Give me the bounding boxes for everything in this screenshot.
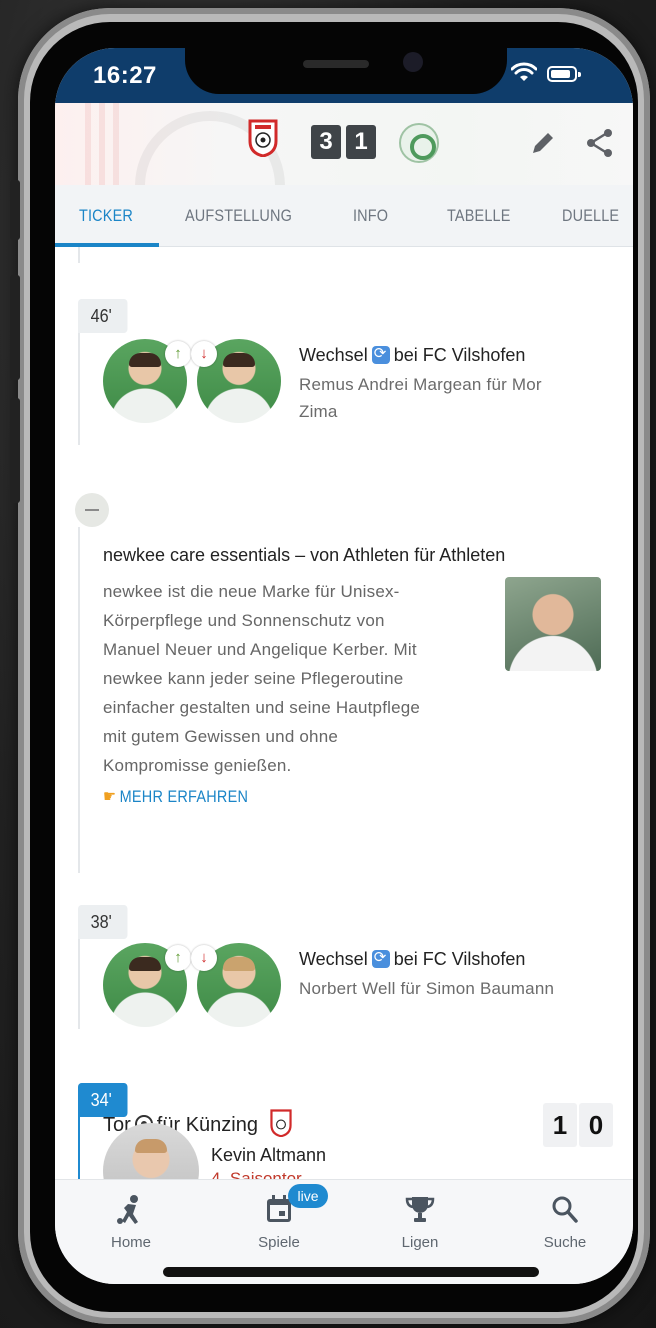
event-title: Wechsel bei FC Vilshofen xyxy=(299,344,526,366)
status-time: 16:27 xyxy=(93,62,157,89)
volume-up-button xyxy=(10,275,20,380)
event-description: Remus Andrei Margean für Mor Zima xyxy=(299,371,542,425)
timeline-line xyxy=(78,1115,80,1179)
event-title-prefix: Wechsel xyxy=(299,949,368,969)
event-minute-badge: 46' xyxy=(78,299,128,333)
substitution-icon xyxy=(371,948,390,968)
header-score-home: 3 xyxy=(311,125,341,159)
timeline-line xyxy=(78,527,80,873)
event-title: Wechsel bei FC Vilshofen xyxy=(299,948,526,970)
live-badge: live xyxy=(288,1184,328,1208)
event-title-prefix: Wechsel xyxy=(299,345,368,365)
ad-image[interactable] xyxy=(505,577,601,671)
event-description: Norbert Well für Simon Baumann xyxy=(299,975,554,1002)
home-team-crest-icon[interactable] xyxy=(248,119,278,157)
goal-score-home: 1 xyxy=(543,1103,577,1147)
header-score-away: 1 xyxy=(346,125,376,159)
search-icon xyxy=(515,1194,615,1228)
home-indicator[interactable] xyxy=(163,1267,539,1277)
tab-info[interactable]: INFO xyxy=(353,185,388,247)
player-hair xyxy=(129,957,161,971)
ad-marker-icon xyxy=(75,493,109,527)
tab-tabelle[interactable]: TABELLE xyxy=(447,185,511,247)
nav-spiele-label: Spiele xyxy=(258,1234,300,1251)
ad-link-label: MEHR ERFAHREN xyxy=(119,787,249,806)
arrow-down-icon: ↓ xyxy=(191,341,217,367)
player-hair xyxy=(135,1139,167,1153)
camera xyxy=(403,52,423,72)
timeline-line xyxy=(78,937,80,1029)
arrow-up-icon: ↑ xyxy=(165,341,191,367)
home-team-crest-icon xyxy=(269,1109,292,1137)
header-background-pattern xyxy=(85,103,125,185)
ad-text-line: newkee ist die neue Marke für Unisex- xyxy=(103,582,400,601)
trophy-icon xyxy=(370,1194,470,1228)
ad-text-line: Körperpflege und Sonnenschutz von xyxy=(103,611,385,630)
ticker-feed[interactable]: 46' ↑ ↓ Wechsel bei FC Vilshofen Remus An… xyxy=(55,247,633,1179)
tab-ticker[interactable]: TICKER xyxy=(79,185,133,247)
ad-text-line: Manuel Neuer und Angelique Kerber. Mit xyxy=(103,640,417,659)
ad-text-line: newkee kann jeder seine Pflegeroutine xyxy=(103,669,404,688)
pointing-hand-icon: ☛ xyxy=(103,787,117,806)
battery-icon xyxy=(547,66,581,82)
edit-pencil-icon[interactable] xyxy=(529,129,557,157)
tab-duelle[interactable]: DUELLE xyxy=(562,185,619,247)
speaker xyxy=(303,60,369,68)
event-minute-badge: 38' xyxy=(78,905,128,939)
match-tabs: TICKER AUFSTELLUNG INFO TABELLE DUELLE xyxy=(55,185,633,247)
away-team-crest-icon[interactable] xyxy=(399,123,439,163)
event-description-line: Norbert Well für Simon Baumann xyxy=(299,979,555,998)
goal-score-away: 0 xyxy=(579,1103,613,1147)
nav-suche[interactable]: Suche xyxy=(515,1194,615,1251)
event-title-suffix: bei FC Vilshofen xyxy=(393,345,526,365)
mehr-erfahren-link[interactable]: ☛ MEHR ERFAHREN xyxy=(103,787,248,807)
nav-home-label: Home xyxy=(110,1234,151,1251)
volume-down-button xyxy=(10,398,20,503)
timeline-line xyxy=(78,247,80,263)
ad-text-line: mit gutem Gewissen und ohne xyxy=(103,727,339,746)
event-description-line: Zima xyxy=(299,402,338,421)
arrow-up-icon: ↑ xyxy=(165,945,191,971)
player-hair xyxy=(223,957,255,971)
ad-text-line: Kompromisse genießen. xyxy=(103,756,292,775)
app-screen: 16:27 3 1 TICKER AUFSTELLUNG INFO TABELL… xyxy=(55,48,633,1284)
arrow-down-icon: ↓ xyxy=(191,945,217,971)
share-icon[interactable] xyxy=(585,127,615,159)
scorer-name[interactable]: Kevin Altmann xyxy=(211,1145,326,1166)
event-description-line: Remus Andrei Margean für Mor xyxy=(299,375,542,394)
notch xyxy=(185,48,507,94)
nav-ligen[interactable]: Ligen xyxy=(370,1194,470,1251)
player-hair xyxy=(223,353,255,367)
tab-aufstellung[interactable]: AUFSTELLUNG xyxy=(185,185,292,247)
player-hair xyxy=(129,353,161,367)
status-bar: 16:27 xyxy=(55,48,633,103)
wifi-icon xyxy=(511,62,537,81)
mute-switch xyxy=(10,180,20,240)
nav-suche-label: Suche xyxy=(543,1234,587,1251)
player-kick-icon xyxy=(81,1194,181,1228)
substitution-icon xyxy=(371,344,390,364)
ad-text-line: einfacher gestalten und seine Hautpflege xyxy=(103,698,421,717)
match-header: 3 1 xyxy=(55,103,633,185)
ad-text: newkee ist die neue Marke für Unisex- Kö… xyxy=(103,577,483,780)
ad-title[interactable]: newkee care essentials – von Athleten fü… xyxy=(103,545,505,566)
nav-ligen-label: Ligen xyxy=(401,1234,439,1251)
nav-home[interactable]: Home xyxy=(81,1194,181,1251)
timeline-line xyxy=(78,333,80,445)
event-title-suffix: bei FC Vilshofen xyxy=(393,949,526,969)
scorer-season-goals: 4. Saisontor xyxy=(211,1169,302,1179)
